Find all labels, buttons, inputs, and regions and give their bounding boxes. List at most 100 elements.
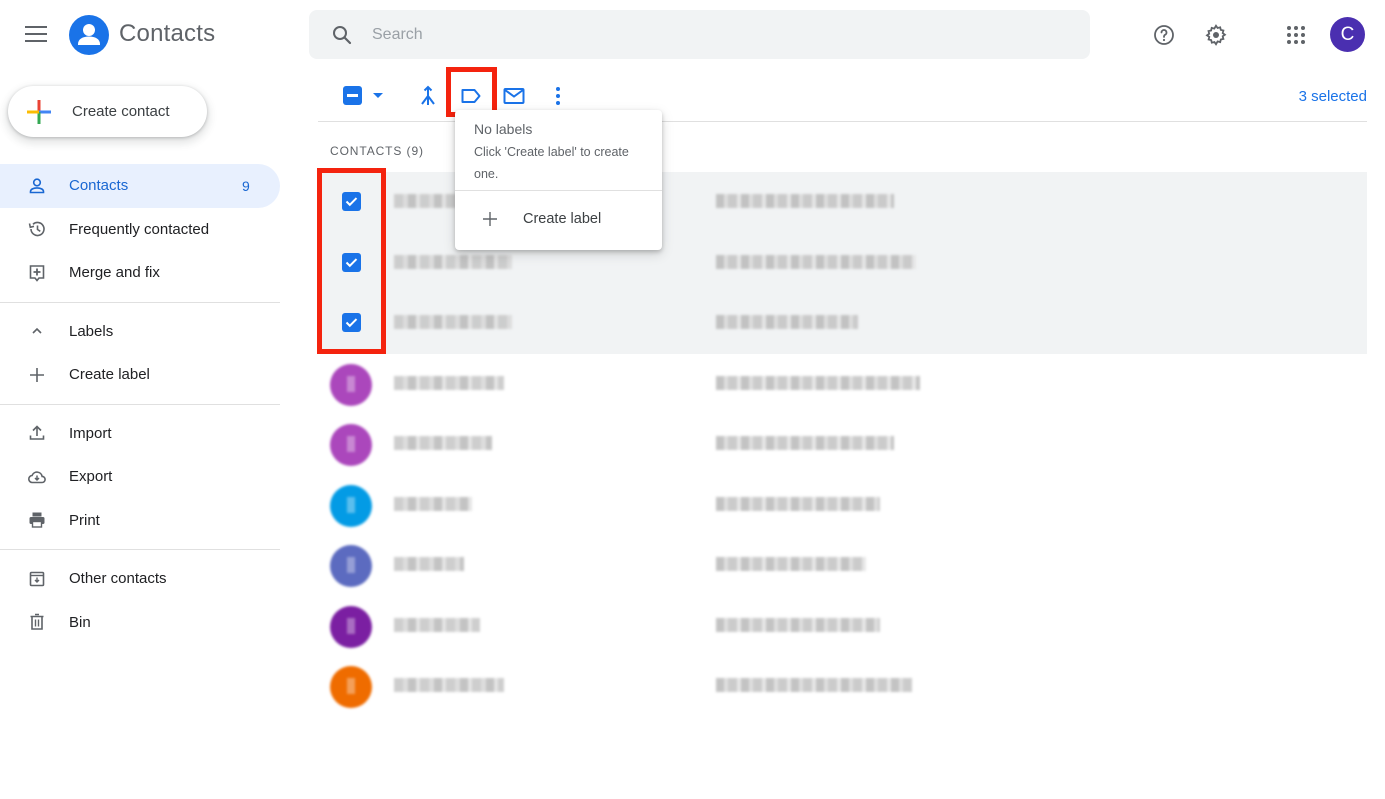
search-input[interactable]	[372, 25, 972, 44]
multicolor-plus-icon	[27, 99, 51, 124]
contact-email-blurred	[716, 436, 894, 450]
checkmark-icon	[345, 197, 358, 207]
menu-icon-bar	[25, 40, 47, 42]
contacts-count: 9	[242, 177, 250, 194]
contact-name-blurred	[394, 315, 512, 329]
plus-icon	[483, 212, 497, 226]
sidebar-divider	[0, 301, 280, 303]
sidebar-item-contacts[interactable]: Contacts 9	[0, 164, 280, 208]
sidebar-item-bin[interactable]: Bin	[0, 601, 280, 645]
sidebar-item-label: Other contacts	[69, 570, 167, 588]
menu-create-label-item[interactable]: Create label	[455, 200, 662, 240]
merge-icon[interactable]	[416, 84, 440, 108]
no-labels-hint: Click 'Create label' to create one.	[474, 145, 629, 181]
search-bar[interactable]	[309, 10, 1090, 59]
help-icon[interactable]	[1152, 23, 1176, 47]
selected-count: 3 selected	[1298, 88, 1367, 105]
contact-name-blurred	[394, 678, 504, 692]
menu-icon-bar	[25, 33, 47, 35]
contact-email-blurred	[716, 678, 912, 692]
row-checkbox[interactable]	[342, 192, 361, 211]
contact-row[interactable]	[318, 535, 1367, 596]
sidebar-item-frequently-contacted[interactable]: Frequently contacted	[0, 208, 280, 252]
checkmark-icon	[345, 318, 358, 328]
sidebar-nav: Contacts 9 Frequently contacted Merge an…	[0, 164, 280, 644]
select-dropdown-caret-icon[interactable]	[373, 93, 383, 98]
sidebar-item-label: Frequently contacted	[69, 220, 210, 238]
sidebar-item-import[interactable]: Import	[0, 412, 280, 456]
sidebar-item-label: Export	[69, 468, 113, 486]
menu-divider	[455, 190, 662, 191]
contact-avatar	[330, 666, 372, 708]
label-icon[interactable]	[459, 84, 483, 108]
contact-row[interactable]	[318, 354, 1367, 415]
archive-icon	[26, 568, 48, 590]
sidebar-item-create-label[interactable]: Create label	[0, 353, 280, 397]
contact-name-blurred	[394, 254, 512, 269]
sidebar-item-label: Create label	[69, 366, 150, 384]
app-title: Contacts	[119, 20, 216, 47]
contact-name-blurred	[394, 375, 504, 390]
user-avatar[interactable]: C	[1330, 17, 1365, 52]
printer-icon	[26, 509, 48, 531]
more-vert-icon[interactable]	[546, 84, 570, 108]
main-menu-button[interactable]	[25, 26, 47, 44]
upload-icon	[26, 422, 48, 444]
sidebar-item-label: Labels	[69, 322, 114, 340]
settings-gear-icon[interactable]	[1204, 23, 1228, 47]
no-labels-title: No labels	[474, 121, 533, 137]
sidebar-item-label: Bin	[69, 613, 91, 631]
menu-create-label-text: Create label	[523, 211, 602, 227]
contact-email-blurred	[716, 315, 858, 329]
sidebar-item-labels[interactable]: Labels	[0, 310, 280, 354]
contact-name-blurred	[394, 194, 464, 208]
menu-icon-bar	[25, 26, 47, 28]
contacts-list-header: CONTACTS (9)	[330, 144, 424, 158]
contact-email-blurred	[716, 496, 880, 511]
contact-email-blurred	[716, 254, 916, 269]
contact-email-blurred	[716, 375, 920, 390]
contact-avatar	[330, 363, 372, 406]
contact-name-blurred	[394, 436, 492, 450]
contact-row[interactable]	[318, 475, 1367, 536]
person-icon	[26, 175, 48, 197]
contact-row[interactable]	[318, 656, 1367, 717]
create-contact-button[interactable]: Create contact	[8, 86, 207, 137]
sidebar-divider	[0, 549, 280, 550]
history-icon	[26, 218, 48, 240]
sidebar-divider	[0, 403, 280, 405]
chevron-up-icon	[26, 320, 48, 342]
contact-avatar	[330, 424, 372, 466]
contacts-list	[318, 172, 1367, 717]
sidebar-item-label: Print	[69, 511, 100, 529]
email-icon[interactable]	[502, 84, 526, 108]
select-all-checkbox[interactable]	[343, 86, 362, 105]
sidebar-item-merge-and-fix[interactable]: Merge and fix	[0, 251, 280, 295]
label-dropdown-menu: No labels Click 'Create label' to create…	[455, 110, 662, 250]
contact-row[interactable]	[318, 414, 1367, 475]
contact-email-blurred	[716, 557, 866, 571]
contact-name-blurred	[394, 496, 472, 511]
sidebar-item-other-contacts[interactable]: Other contacts	[0, 557, 280, 601]
plus-icon	[26, 364, 48, 386]
sidebar-item-export[interactable]: Export	[0, 455, 280, 499]
sidebar-item-label: Import	[69, 424, 112, 442]
row-checkbox[interactable]	[342, 313, 361, 332]
contact-name-blurred	[394, 617, 480, 632]
contact-row[interactable]	[318, 596, 1367, 657]
contact-avatar	[330, 605, 372, 648]
search-icon[interactable]	[330, 23, 354, 47]
sidebar-item-print[interactable]: Print	[0, 499, 280, 543]
contacts-logo-icon	[69, 15, 109, 55]
merge-fix-icon	[26, 262, 48, 284]
contact-name-blurred	[394, 557, 464, 571]
sidebar-item-label: Contacts	[69, 177, 129, 195]
row-checkbox[interactable]	[342, 252, 361, 272]
contact-avatar	[330, 545, 372, 587]
cloud-download-icon	[26, 466, 48, 488]
apps-grid-icon[interactable]	[1284, 23, 1308, 47]
contact-row[interactable]	[318, 293, 1367, 354]
sidebar-item-label: Merge and fix	[69, 264, 160, 282]
trash-icon	[26, 611, 48, 633]
checkmark-icon	[345, 257, 358, 267]
